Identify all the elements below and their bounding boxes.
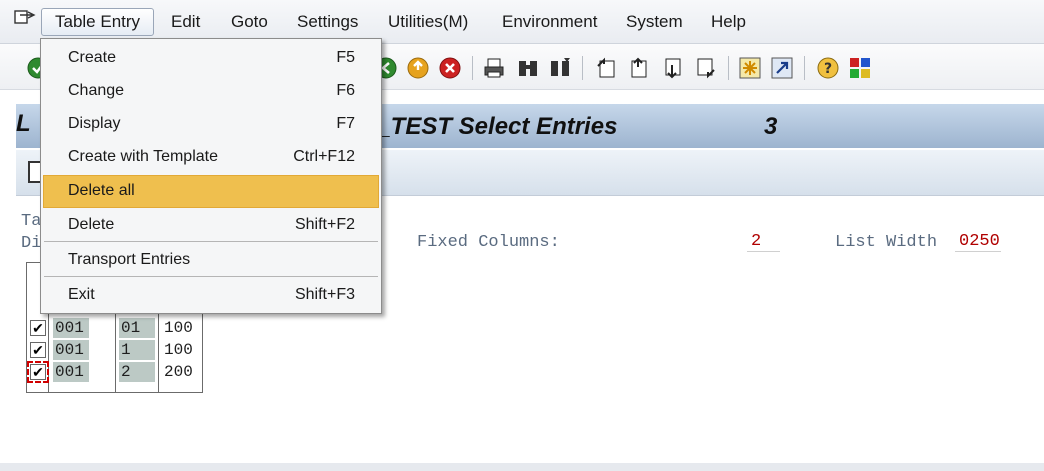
system-menu-icon[interactable]: [14, 9, 36, 27]
menu-separator: [44, 276, 378, 277]
menu-item-display[interactable]: Display F7: [43, 108, 379, 141]
menu-item-create-with-template[interactable]: Create with Template Ctrl+F12: [43, 141, 379, 174]
menu-item-delete-all[interactable]: Delete all: [43, 175, 379, 208]
menu-goto[interactable]: Goto: [231, 12, 268, 32]
row-checkbox[interactable]: ✔: [30, 342, 46, 358]
table-label: Ta: [21, 212, 42, 231]
toolbar-separator: [804, 56, 805, 80]
menu-system[interactable]: System: [626, 12, 683, 32]
menu-item-create[interactable]: Create F5: [43, 42, 379, 75]
menu-item-shortcut: Ctrl+F12: [293, 148, 355, 165]
table-cell[interactable]: 2: [119, 362, 155, 382]
next-page-icon[interactable]: [660, 56, 684, 80]
menu-item-shortcut: Shift+F3: [294, 286, 355, 303]
menu-help[interactable]: Help: [711, 12, 746, 32]
toolbar-separator: [728, 56, 729, 80]
menu-utilities[interactable]: Utilities(M): [388, 12, 468, 32]
shortcut-icon[interactable]: [770, 56, 794, 80]
toolbar-separator: [472, 56, 473, 80]
customize-layout-icon[interactable]: [848, 56, 872, 80]
table-cell[interactable]: 200: [164, 362, 193, 382]
table-cell[interactable]: 100: [164, 318, 193, 338]
menu-item-label: Exit: [68, 286, 95, 303]
menu-item-label: Create with Template: [68, 148, 218, 165]
menu-item-label: Delete all: [68, 182, 135, 199]
display-label: Di: [21, 234, 42, 253]
menu-environment[interactable]: Environment: [502, 12, 597, 32]
menu-item-label: Transport Entries: [68, 251, 191, 268]
list-width-label: List Width: [835, 233, 938, 252]
menu-item-change[interactable]: Change F6: [43, 75, 379, 108]
first-page-icon[interactable]: [594, 56, 618, 80]
table-cell[interactable]: 001: [53, 340, 89, 360]
fixed-columns-label: Fixed Columns:: [417, 233, 560, 252]
last-page-icon[interactable]: [694, 56, 718, 80]
menu-item-shortcut: F5: [336, 49, 355, 66]
toolbar-separator: [582, 56, 583, 80]
list-width-field[interactable]: 0250: [955, 232, 1001, 252]
print-icon[interactable]: [482, 56, 506, 80]
menu-item-shortcut: F7: [336, 115, 355, 132]
menu-item-label: Delete: [68, 216, 115, 233]
table-cell[interactable]: 001: [53, 362, 89, 382]
menu-item-label: Display: [68, 115, 121, 132]
find-icon[interactable]: [516, 56, 540, 80]
table-cell[interactable]: 1: [119, 340, 155, 360]
table-cell[interactable]: 001: [53, 318, 89, 338]
previous-page-icon[interactable]: [626, 56, 650, 80]
menu-item-shortcut: Shift+F2: [294, 216, 355, 233]
create-session-icon[interactable]: [738, 56, 762, 80]
menu-edit[interactable]: Edit: [171, 12, 200, 32]
entry-count: 3: [764, 113, 778, 140]
row-checkbox[interactable]: ✔: [30, 320, 46, 336]
menu-settings[interactable]: Settings: [297, 12, 358, 32]
status-bar: [0, 463, 1044, 471]
fixed-columns-field[interactable]: 2: [747, 232, 780, 252]
row-checkbox[interactable]: ✔: [27, 361, 49, 383]
page-title-prefix: L: [16, 110, 31, 137]
menu-item-transport-entries[interactable]: Transport Entries: [43, 244, 379, 277]
exit-icon[interactable]: [406, 56, 430, 80]
help-icon[interactable]: ?: [816, 56, 840, 80]
menu-item-delete[interactable]: Delete Shift+F2: [43, 209, 379, 242]
menu-item-exit[interactable]: Exit Shift+F3: [43, 279, 379, 312]
menu-item-shortcut: F6: [336, 82, 355, 99]
find-next-icon[interactable]: [548, 56, 572, 80]
svg-text:?: ?: [824, 61, 832, 77]
table-entry-menu: Create F5 Change F6 Display F7 Create wi…: [40, 38, 382, 314]
cancel-icon[interactable]: [438, 56, 462, 80]
menu-item-label: Change: [68, 82, 125, 99]
menu-item-label: Create: [68, 49, 117, 66]
menu-table-entry[interactable]: Table Entry: [41, 8, 155, 36]
menu-separator: [44, 241, 378, 242]
table-cell[interactable]: 01: [119, 318, 155, 338]
table-cell[interactable]: 100: [164, 340, 193, 360]
